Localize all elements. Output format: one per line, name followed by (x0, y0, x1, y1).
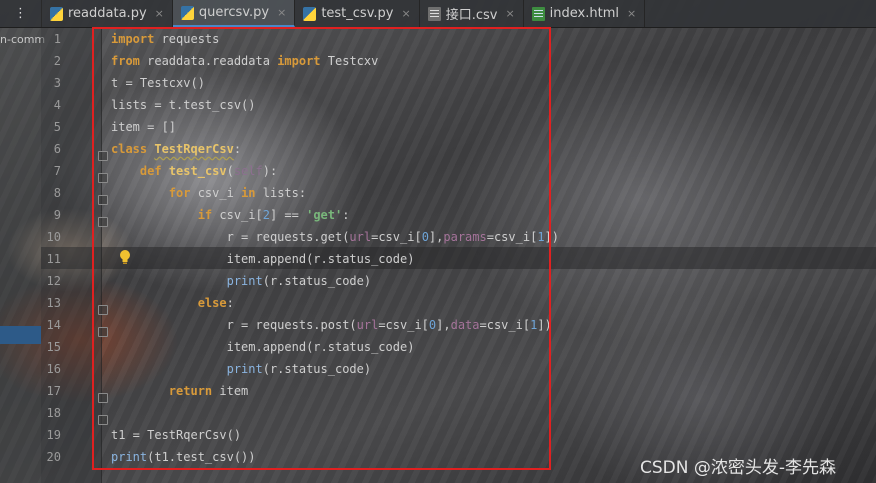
close-icon[interactable]: × (505, 7, 514, 20)
tab-index-html[interactable]: index.html × (524, 0, 646, 27)
line-number: 8 (53, 186, 61, 200)
highlight-box (92, 27, 551, 470)
line-number: 6 (53, 142, 61, 156)
python-file-icon (180, 5, 194, 20)
html-file-icon (531, 6, 545, 21)
line-number: 20 (46, 450, 61, 464)
line-number: 10 (46, 230, 61, 244)
close-icon[interactable]: × (155, 7, 164, 20)
project-selected-row[interactable] (0, 326, 41, 344)
line-number: 2 (53, 54, 61, 68)
line-number: 14 (46, 318, 61, 332)
line-number: 9 (53, 208, 61, 222)
tab-test-csv-py[interactable]: test_csv.py × (295, 0, 420, 27)
close-icon[interactable]: × (277, 6, 286, 19)
tab-label: index.html (549, 6, 619, 21)
project-panel[interactable]: n-comm (0, 28, 45, 483)
tab-label: test_csv.py (321, 6, 394, 21)
line-number: 15 (46, 340, 61, 354)
close-icon[interactable]: × (627, 7, 636, 20)
line-number: 1 (53, 32, 61, 46)
csdn-watermark: CSDN @浓密头发-李先森 (640, 458, 837, 478)
tab-label: quercsv.py (198, 5, 270, 20)
close-icon[interactable]: × (401, 7, 410, 20)
tab-readdata-py[interactable]: readdata.py × (42, 0, 173, 27)
line-number: 11 (46, 252, 61, 266)
line-number: 18 (46, 406, 61, 420)
tab-interface-csv[interactable]: 接口.csv × (420, 0, 524, 27)
tab-overflow-icon[interactable]: ⋮ (0, 0, 42, 27)
python-file-icon (303, 6, 317, 21)
csv-file-icon (427, 6, 441, 21)
tab-quercsv-py[interactable]: quercsv.py × (172, 0, 296, 27)
line-number: 4 (53, 98, 61, 112)
line-number: 5 (53, 120, 61, 134)
tab-label: readdata.py (68, 6, 147, 21)
line-number: 17 (46, 384, 61, 398)
line-number: 19 (46, 428, 61, 442)
line-number: 13 (46, 296, 61, 310)
line-number: 7 (53, 164, 61, 178)
project-tree-item[interactable]: n-comm (0, 33, 45, 46)
line-number: 12 (46, 274, 61, 288)
tab-label: 接口.csv (445, 8, 498, 23)
python-file-icon (50, 6, 63, 21)
line-number: 16 (46, 362, 61, 376)
line-number: 3 (53, 76, 61, 90)
editor-tab-bar: ⋮ readdata.py × quercsv.py × test_csv.py… (0, 0, 876, 28)
